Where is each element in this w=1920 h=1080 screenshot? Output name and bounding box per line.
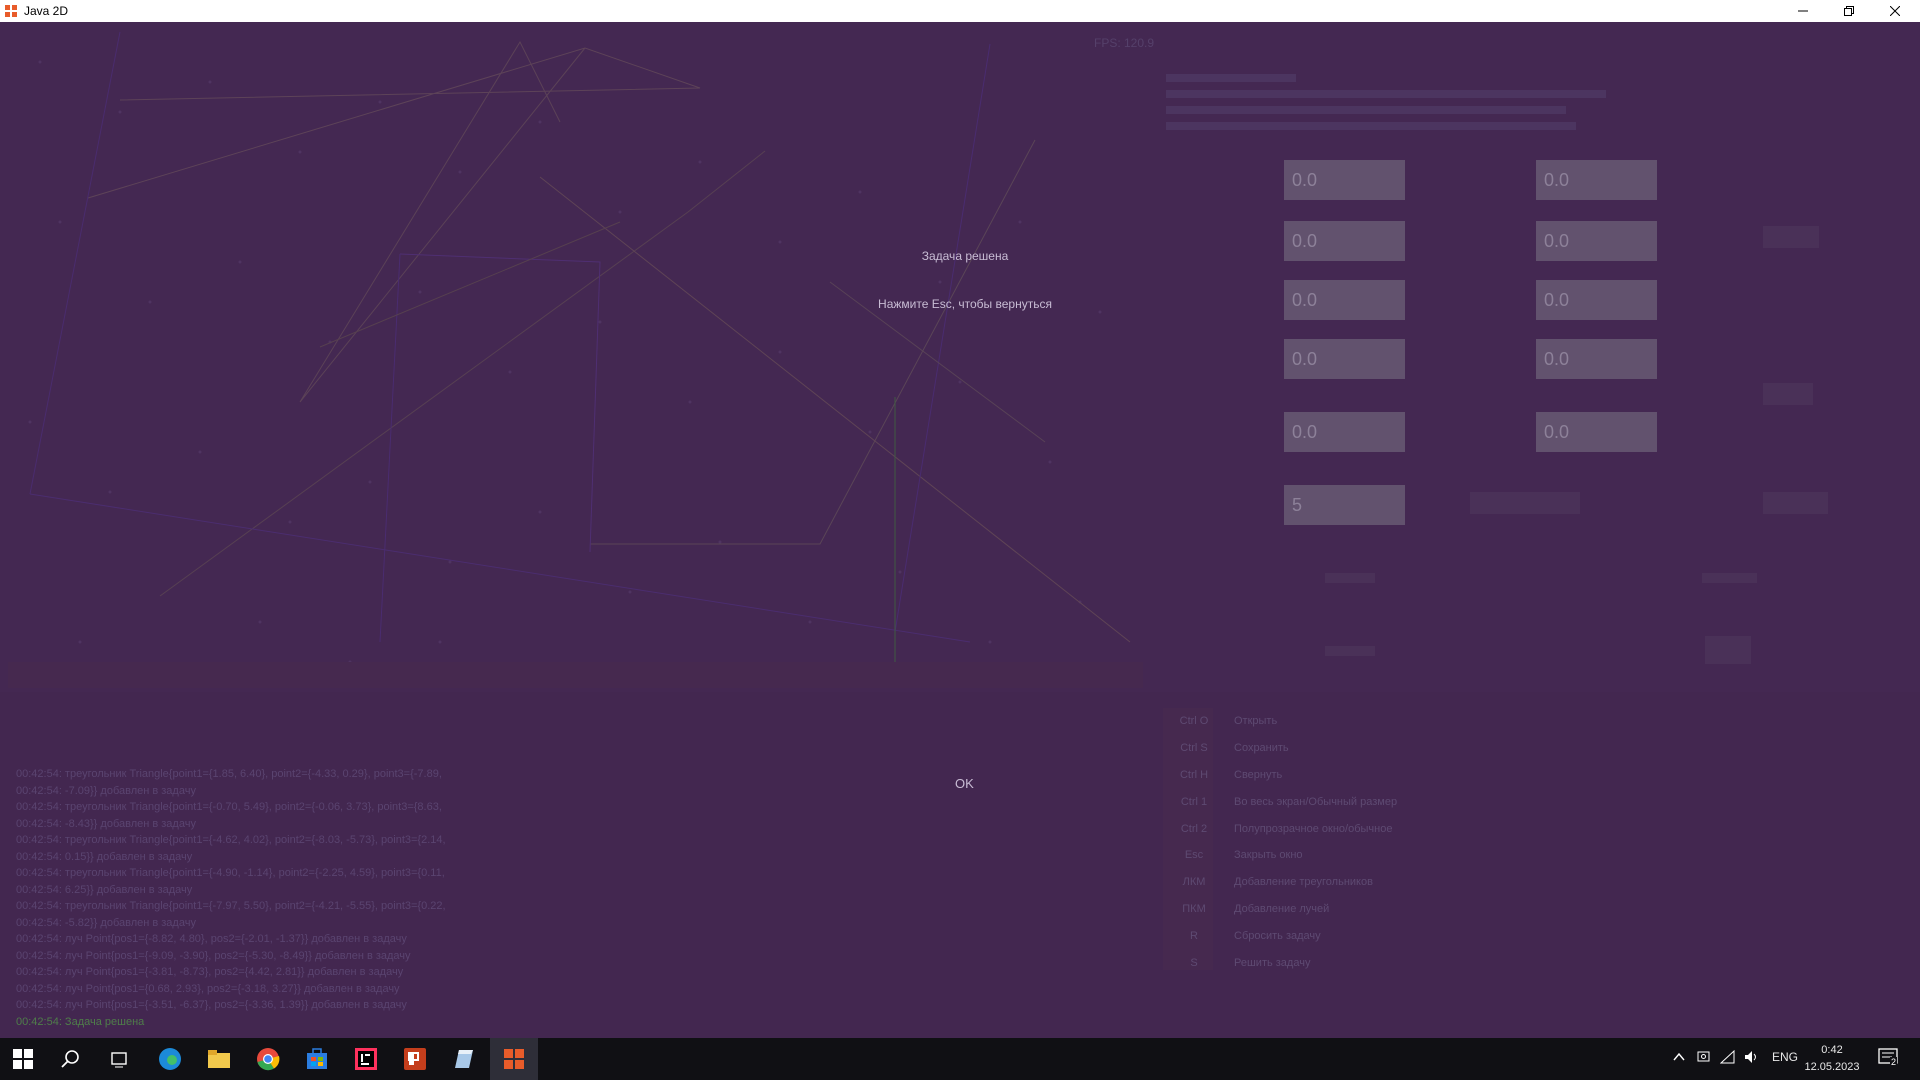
event-log: 00:42:54: треугольник Triangle{point1={1… [16, 766, 496, 1030]
save-button[interactable] [1702, 573, 1757, 583]
minimize-button[interactable] [1780, 0, 1826, 22]
powerpoint-icon[interactable] [400, 1044, 430, 1074]
info-line [1166, 122, 1576, 130]
y4-input[interactable]: 0.0 [1536, 339, 1657, 379]
store-icon[interactable] [302, 1044, 332, 1074]
close-icon [1890, 6, 1900, 16]
chevron-up-icon [1673, 1052, 1685, 1061]
hotkey-desc: Полупрозрачное окно/обычное [1234, 823, 1393, 835]
hotkey-key: ПКМ [1182, 903, 1206, 915]
clock[interactable]: 0:42 12.05.2023 [1800, 1042, 1864, 1076]
drawing-canvas[interactable] [0, 22, 1150, 702]
log-line: 00:42:54: -7.09}} добавлен в задачу [16, 784, 196, 797]
reset-button[interactable] [1325, 646, 1375, 656]
clock-date: 12.05.2023 [1804, 1061, 1860, 1073]
close-button[interactable] [1872, 0, 1918, 22]
window-title: Java 2D [24, 4, 69, 18]
hotkey-desc: Добавление лучей [1234, 903, 1330, 915]
hotkey-desc: Во весь экран/Обычный размер [1234, 796, 1398, 808]
network-icon[interactable] [1719, 1049, 1736, 1067]
editor-icon[interactable] [449, 1044, 479, 1074]
log-line: 00:42:54: 0.15}} добавлен в задачу [16, 850, 193, 863]
hotkey-desc: Добавление треугольников [1234, 876, 1373, 888]
log-line: 00:42:54: -5.82}} добавлен в задачу [16, 916, 196, 929]
task-view-icon[interactable] [104, 1044, 134, 1074]
add-random-rays-button[interactable] [1763, 492, 1828, 514]
load-button[interactable] [1325, 573, 1375, 583]
hotkey-key: Ctrl O [1179, 715, 1209, 727]
x2-input[interactable]: 0.0 [1284, 221, 1405, 261]
camera-icon[interactable] [1697, 1050, 1711, 1067]
hotkey-key: Ctrl 2 [1180, 823, 1208, 835]
count-input[interactable]: 5 [1284, 485, 1405, 525]
taskbar [0, 1038, 1920, 1080]
window-titlebar: Java 2D [0, 0, 1920, 22]
log-line: 00:42:54: луч Point{pos1={-3.51, -6.37},… [16, 999, 407, 1011]
log-line: 00:42:54: треугольник Triangle{point1={-… [16, 834, 446, 846]
info-line [1166, 90, 1606, 98]
ray-x-input[interactable]: 0.0 [1284, 412, 1405, 452]
add-random-button[interactable] [1470, 492, 1580, 514]
fps-counter: FPS: 120.9 [1094, 36, 1155, 50]
log-line: 00:42:54: треугольник Triangle{point1={1… [16, 768, 442, 780]
add-triangle-button[interactable] [1763, 226, 1819, 248]
log-line: 00:42:54: 6.25}} добавлен в задачу [16, 883, 193, 896]
y3-input[interactable]: 0.0 [1536, 280, 1657, 320]
log-line: 00:42:54: луч Point{pos1={0.68, 2.93}, p… [16, 982, 400, 995]
java-app-icon[interactable] [499, 1044, 529, 1074]
log-line: 00:42:54: -8.43}} добавлен в задачу [16, 817, 196, 830]
java-app-icon [5, 5, 17, 17]
hotkey-desc: Сохранить [1234, 742, 1289, 754]
solve-button[interactable] [1705, 636, 1751, 664]
hotkey-key: R [1190, 930, 1198, 942]
hotkey-key: ЛКМ [1182, 876, 1206, 888]
start-icon[interactable] [8, 1044, 38, 1074]
status-title: Задача решена [921, 249, 1009, 263]
hotkey-desc: Открыть [1234, 715, 1278, 727]
log-line: 00:42:54: треугольник Triangle{point1={-… [16, 867, 445, 879]
restore-icon [1844, 6, 1854, 16]
y1-input[interactable]: 0.0 [1536, 160, 1657, 200]
intellij-icon[interactable] [351, 1044, 381, 1074]
x3-input[interactable]: 0.0 [1284, 280, 1405, 320]
hotkey-desc: Сбросить задачу [1234, 930, 1321, 942]
y2-input[interactable]: 0.0 [1536, 221, 1657, 261]
clock-time: 0:42 [1821, 1044, 1843, 1056]
hotkey-key: S [1190, 957, 1198, 969]
notification-count: 2 [1890, 1057, 1898, 1067]
log-line: 00:42:54: треугольник Triangle{point1={-… [16, 801, 442, 813]
log-line: 00:42:54: треугольник Triangle{point1={-… [16, 900, 446, 912]
minimize-icon [1798, 10, 1808, 12]
log-line: 00:42:54: Задача решена [16, 1015, 145, 1028]
hotkey-key: Ctrl S [1180, 742, 1208, 754]
hotkey-key: Ctrl 1 [1180, 796, 1208, 808]
language-indicator[interactable]: ENG [1772, 1050, 1798, 1064]
volume-icon[interactable] [1744, 1050, 1760, 1067]
hotkey-desc: Закрыть окно [1234, 849, 1303, 861]
hotkey-key: Esc [1184, 849, 1204, 861]
status-hint: Нажмите Esc, чтобы вернуться [878, 297, 1052, 311]
show-hidden-icons[interactable] [1672, 1050, 1686, 1067]
hotkey-desc: Свернуть [1234, 769, 1283, 781]
log-line: 00:42:54: луч Point{pos1={-3.81, -8.73},… [16, 966, 404, 978]
info-line [1166, 106, 1566, 114]
hotkey-key: Ctrl H [1179, 769, 1209, 781]
log-line: 00:42:54: луч Point{pos1={-9.09, -3.90},… [16, 949, 411, 962]
search-icon[interactable] [56, 1044, 86, 1074]
file-explorer-icon[interactable] [204, 1044, 234, 1074]
chrome-icon[interactable] [253, 1044, 283, 1074]
add-ray-button[interactable] [1763, 383, 1813, 405]
restore-button[interactable] [1826, 0, 1872, 22]
ok-button[interactable]: OK [955, 776, 974, 791]
x4-input[interactable]: 0.0 [1284, 339, 1405, 379]
notifications-button[interactable]: 2 [1878, 1048, 1902, 1070]
info-line [1166, 74, 1296, 82]
x1-input[interactable]: 0.0 [1284, 160, 1405, 200]
edge-icon[interactable] [155, 1044, 185, 1074]
hotkey-desc: Решить задачу [1234, 957, 1311, 969]
log-line: 00:42:54: луч Point{pos1={-8.82, 4.80}, … [16, 933, 407, 945]
ray-y-input[interactable]: 0.0 [1536, 412, 1657, 452]
info-text [1166, 70, 1616, 130]
